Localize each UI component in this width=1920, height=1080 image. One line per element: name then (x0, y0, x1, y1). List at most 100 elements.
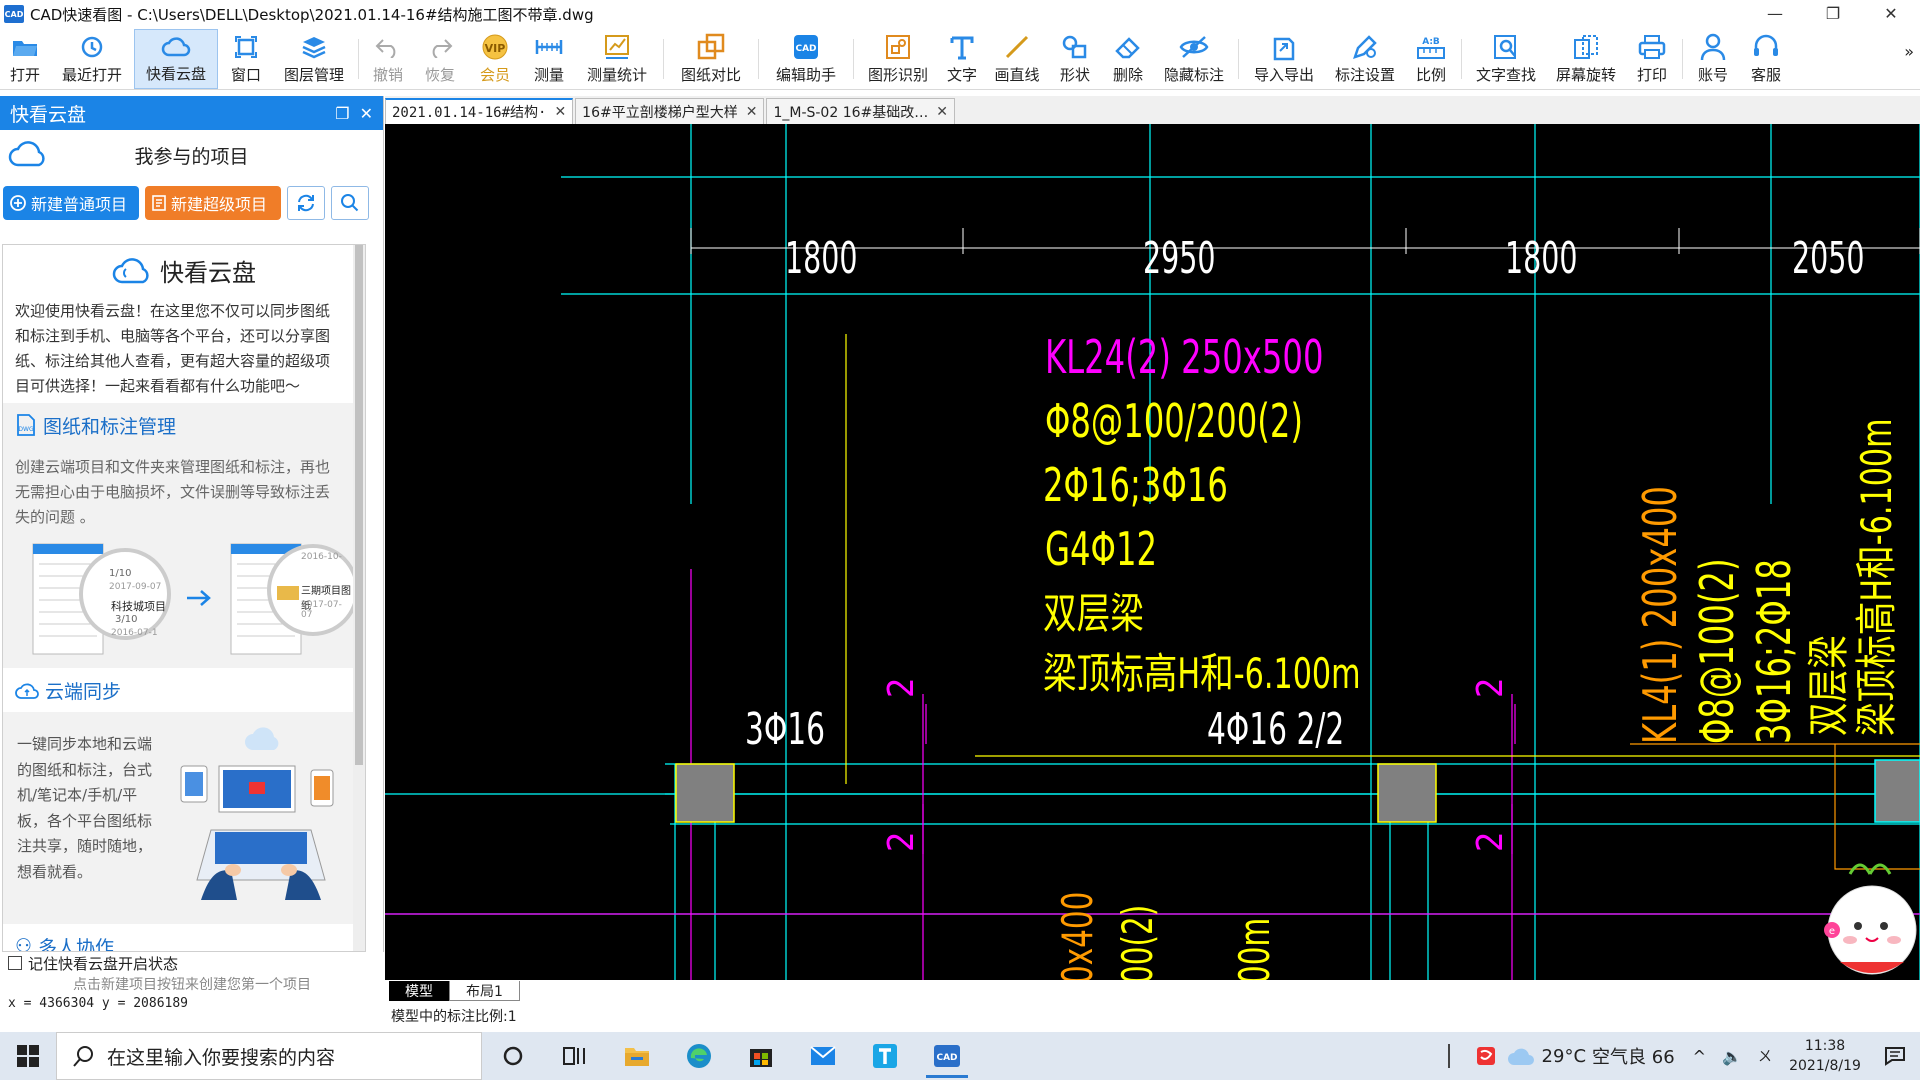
side-bars-label: G4Φ12 (1045, 522, 1158, 576)
intro-title: 快看云盘 (160, 258, 256, 287)
service-label: 客服 (1750, 66, 1781, 84)
close-panel-icon[interactable]: ✕ (360, 104, 373, 123)
layer-manager-button[interactable]: 图层管理 (274, 29, 354, 89)
chevron-up-icon[interactable]: ^ (1693, 1047, 1706, 1066)
cloud-drive-button[interactable]: 快看云盘 (134, 29, 218, 89)
edit-helper-button[interactable]: CAD 编辑助手 (763, 29, 849, 89)
cloud-intro-content[interactable]: 快看云盘 欢迎使用快看云盘！在这里您不仅可以同步图纸和标注到手机、电脑等各个平台… (2, 244, 366, 952)
file-explorer-icon[interactable] (606, 1032, 668, 1080)
customer-service-button[interactable]: 客服 (1739, 29, 1793, 89)
section-drawings-text: 创建云端项目和文件夹来管理图纸和标注，再也无需担心由于电脑损坏，文件误删等导致标… (3, 447, 353, 538)
start-button[interactable] (0, 1045, 56, 1067)
restore-panel-icon[interactable]: ❐ (335, 104, 349, 123)
my-projects-row[interactable]: 我参与的项目 (0, 130, 383, 180)
edge-icon[interactable] (668, 1032, 730, 1080)
open-button[interactable]: 打开 (0, 29, 50, 89)
volume-icon[interactable]: 🔈 (1722, 1047, 1742, 1066)
window-title: CAD快速看图 - C:\Users\DELL\Desktop\2021.01.… (30, 5, 594, 24)
draw-line-button[interactable]: 画直线 (986, 29, 1048, 89)
cad-app-taskbar-icon[interactable]: CAD (916, 1032, 978, 1080)
doc-tab-2[interactable]: 16#平立剖楼梯户型大样 ✕ (575, 98, 765, 124)
notification-icon[interactable] (1870, 1032, 1920, 1080)
column-block (675, 763, 735, 823)
hide-annotations-button[interactable]: 隐藏标注 (1154, 29, 1234, 89)
close-tab-icon[interactable]: ✕ (746, 104, 758, 120)
account-button[interactable]: 账号 (1687, 29, 1739, 89)
tab-model[interactable]: 模型 (389, 981, 449, 1001)
text-search-label: 文字查找 (1475, 66, 1536, 84)
folder-open-icon (10, 32, 40, 62)
recent-button[interactable]: 最近打开 (50, 29, 134, 89)
section-collab-label: 多人协作 (38, 936, 115, 952)
section-sync-text: 一键同步本地和云端的图纸和标注，台式机/笔记本/手机/平板，各个平台图纸标注共享… (17, 735, 153, 881)
windows-logo-icon (17, 1045, 39, 1067)
scale-button[interactable]: A:B 比例 (1405, 29, 1457, 89)
doc-tab-1[interactable]: 2021.01.14-16#结构· ✕ (385, 98, 574, 124)
dimension-1800: 1800 (785, 233, 858, 284)
vip-button[interactable]: VIP 会员 (467, 29, 523, 89)
search-button[interactable] (331, 186, 369, 220)
minimize-button[interactable]: — (1746, 0, 1804, 28)
layout-tabs: 模型 布局1 (385, 980, 1920, 1002)
screen-rotate-button[interactable]: 屏幕旋转 (1546, 29, 1626, 89)
cursor-coordinates: x = 4366304 y = 2086189 (8, 996, 189, 1011)
hide-annotations-label: 隐藏标注 (1163, 66, 1224, 84)
cad-drawing-canvas[interactable]: 1800 2950 1800 2050 KL24(2) 250x500 Φ8@1… (385, 124, 1920, 980)
column-block (1377, 763, 1437, 823)
taskbar-search[interactable]: 在这里输入你要搜索的内容 (56, 1032, 482, 1080)
maximize-button[interactable]: ❐ (1804, 0, 1862, 28)
task-view-icon[interactable] (544, 1032, 606, 1080)
svg-text:A:B: A:B (1422, 37, 1440, 47)
print-button[interactable]: 打印 (1626, 29, 1678, 89)
tab-layout1[interactable]: 布局1 (449, 981, 520, 1001)
sync-button[interactable] (287, 186, 325, 220)
remember-state-checkbox[interactable]: 记住快看云盘开启状态 (0, 952, 384, 974)
compare-label: 图纸对比 (680, 66, 741, 84)
new-super-project-button[interactable]: 新建超级项目 (145, 186, 281, 220)
checkbox-box[interactable] (8, 956, 22, 970)
redo-button[interactable]: 恢复 (413, 29, 467, 89)
system-clock[interactable]: 11:38 2021/8/19 (1780, 1036, 1870, 1076)
ime-indicator[interactable]: ㄨ (1758, 1046, 1772, 1066)
shape-button[interactable]: 形状 (1048, 29, 1102, 89)
cloud-icon (161, 31, 191, 61)
import-export-icon (1269, 32, 1299, 62)
measure-stats-button[interactable]: 测量统计 (575, 29, 659, 89)
toolbar-more-button[interactable]: » (1904, 42, 1914, 61)
wps-tray-icon[interactable] (1466, 1032, 1506, 1080)
window-icon (231, 32, 261, 62)
import-export-button[interactable]: 导入导出 (1243, 29, 1325, 89)
text-search-button[interactable]: 文字查找 (1466, 29, 1546, 89)
weather-widget[interactable]: 29°C 空气良 66 (1506, 1043, 1675, 1069)
img-a-date2: 2017-09-07 (109, 582, 162, 592)
mascot-icon[interactable]: e (1820, 850, 1920, 980)
panel-scrollbar[interactable] (353, 245, 365, 951)
cloud-sync-icon (15, 683, 39, 699)
shape-label: 形状 (1059, 66, 1090, 84)
close-button[interactable]: ✕ (1862, 0, 1920, 28)
delete-button[interactable]: 删除 (1102, 29, 1154, 89)
img-a-label: 科技城项目 (111, 600, 166, 613)
close-tab-icon[interactable]: ✕ (936, 104, 948, 120)
section-mark: 2 (881, 677, 922, 698)
redo-label: 恢复 (424, 66, 455, 84)
shape-recognition-button[interactable]: 图形识别 (858, 29, 938, 89)
undo-button[interactable]: 撤销 (363, 29, 413, 89)
svg-text:VIP: VIP (485, 42, 506, 55)
compare-button[interactable]: 图纸对比 (668, 29, 754, 89)
app-logo-icon: CAD (4, 5, 24, 23)
text-button[interactable]: 文字 (938, 29, 986, 89)
annotation-settings-button[interactable]: 标注设置 (1325, 29, 1405, 89)
img-a-count2: 1/10 (109, 568, 132, 579)
cortana-icon[interactable] (482, 1032, 544, 1080)
clock-time: 11:38 (1804, 1038, 1846, 1054)
close-tab-icon[interactable]: ✕ (554, 104, 566, 120)
store-icon[interactable] (730, 1032, 792, 1080)
new-normal-project-button[interactable]: 新建普通项目 (3, 186, 139, 220)
doc-tab-3[interactable]: 1_M-S-02 16#基础改… ✕ (766, 98, 955, 124)
text-app-icon[interactable] (854, 1032, 916, 1080)
mail-icon[interactable] (792, 1032, 854, 1080)
measure-button[interactable]: 测量 (523, 29, 575, 89)
window-button[interactable]: 窗口 (218, 29, 274, 89)
intro-text: 欢迎使用快看云盘！在这里您不仅可以同步图纸和标注到手机、电脑等各个平台，还可以分… (3, 295, 353, 403)
